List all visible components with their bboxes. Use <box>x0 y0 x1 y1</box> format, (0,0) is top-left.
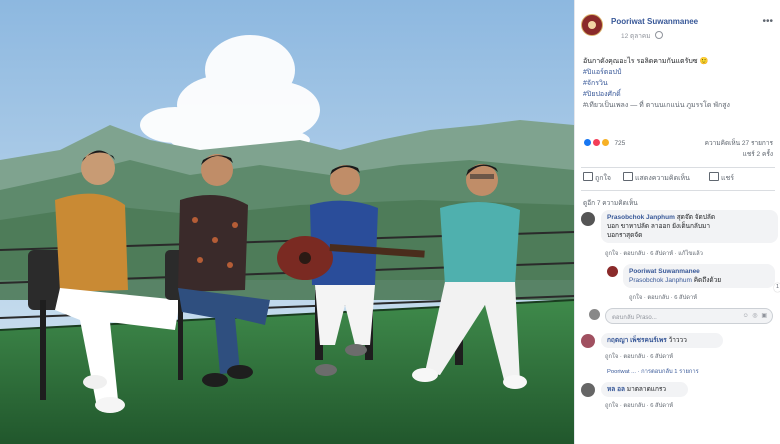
caption-text: อันกาดังคุณอะไร รอลิดคามกันแตรับซ 🙂 <box>583 58 709 65</box>
comment-text: บอก ขาหาปลัด ลาออก ยังเต็นกลับมา <box>607 223 710 230</box>
commenter-avatar[interactable] <box>581 383 595 397</box>
like-button[interactable]: ถูกใจ <box>583 172 611 184</box>
commenter-name[interactable]: กฤตญา เพ็ชรคนร์เพร <box>607 337 667 344</box>
view-previous-comments-link[interactable]: ดูอีก 7 ความคิดเห็น <box>583 198 638 208</box>
comment-text: ว้าววว <box>668 337 687 344</box>
my-avatar <box>589 309 600 320</box>
view-replies-link[interactable]: Pooriwat ... · การตอบกลับ 1 รายการ <box>607 366 699 376</box>
like-reaction-icon <box>583 138 592 147</box>
commenter-name[interactable]: Prasobchok Janphum <box>607 214 675 221</box>
comment-bubble: หล อล มาตลาดแกรว <box>601 382 688 397</box>
post-photo[interactable] <box>0 0 574 444</box>
reply-author[interactable]: Pooriwat Suwanmanee <box>629 268 700 275</box>
post-sidebar: Pooriwat Suwanmanee 12 ตุลาคม ••• อันกาด… <box>574 0 780 444</box>
photo-illustration <box>0 0 574 444</box>
comment-bubble: กฤตญา เพ็ชรคนร์เพร ว้าววว <box>601 333 723 348</box>
author-name[interactable]: Pooriwat Suwanmanee <box>611 17 698 26</box>
comment-icon <box>623 172 633 181</box>
commenter-avatar[interactable] <box>581 212 595 226</box>
comment-text: มาตลาดแกรว <box>626 386 667 393</box>
reply-meta[interactable]: ถูกใจ · ตอบกลับ · 6 สัปดาห์ <box>629 292 697 302</box>
reply-reaction-count: 1 <box>775 284 779 290</box>
comment-label: แสดงความคิดเห็น <box>635 175 690 182</box>
reply-avatar[interactable] <box>607 266 618 277</box>
love-reaction-icon <box>591 138 601 147</box>
reply-reaction-badge[interactable]: 1 <box>773 283 780 292</box>
hashtag-link[interactable]: #ปิยปองศักดิ์ <box>583 89 775 100</box>
commenter-avatar[interactable] <box>581 334 595 348</box>
post-date-text: 12 ตุลาคม <box>621 33 651 40</box>
reaction-count[interactable]: 725 <box>614 140 625 147</box>
post-header: Pooriwat Suwanmanee 12 ตุลาคม ••• <box>581 14 775 44</box>
comment-bubble: Prasobchok Janphum สุดจ๊ด จัดปลัด บอก ขา… <box>601 210 778 243</box>
wow-reaction-icon <box>600 138 610 147</box>
place-line[interactable]: #เทียวเป็นเพลง — ที่ ตานนเกแน่น ภูมรรโด … <box>583 100 775 111</box>
thumbs-up-icon <box>583 172 593 181</box>
post-stats: 725 ความคิดเห็น 27 รายการ แชร์ 2 ครั้ง <box>583 138 773 162</box>
reply-text: คิดถึงด้วย <box>693 277 722 284</box>
post-actions: ถูกใจ แสดงความคิดเห็น แชร์ <box>581 172 775 186</box>
reply-bubble: Pooriwat Suwanmanee Prasobchok Janphum ค… <box>623 264 780 292</box>
globe-icon <box>654 31 663 39</box>
post-date[interactable]: 12 ตุลาคม <box>621 31 663 41</box>
share-button[interactable]: แชร์ <box>709 172 734 184</box>
comment-text: บอกราสุดจัด <box>607 232 643 239</box>
share-icon <box>709 172 719 181</box>
comment-button[interactable]: แสดงความคิดเห็น <box>623 172 690 184</box>
hashtag-link[interactable]: #ปิแอร์ตอปป์ <box>583 67 775 78</box>
emoji-camera-gif-icons[interactable]: ☺ ◎ ▣ <box>743 312 768 319</box>
commenter-name[interactable]: หล อล <box>607 386 625 393</box>
comment-text: สุดจ๊ด จัดปลัด <box>676 214 716 221</box>
like-label: ถูกใจ <box>595 175 611 182</box>
divider <box>581 190 775 191</box>
reply-mention[interactable]: Prasobchok Janphum <box>629 277 692 284</box>
comment-meta[interactable]: ถูกใจ · ตอบกลับ · 6 สัปดาห์ · แก้ไขแล้ว <box>605 248 703 258</box>
author-avatar[interactable] <box>581 14 603 36</box>
hashtag-link[interactable]: #จักรวิน <box>583 78 775 89</box>
more-options-button[interactable]: ••• <box>762 16 773 27</box>
reply-input-placeholder: ตอบกลับ Praso... <box>612 315 657 321</box>
share-label: แชร์ <box>721 175 735 182</box>
comment-meta[interactable]: ถูกใจ · ตอบกลับ · 6 สัปดาห์ <box>605 351 673 361</box>
divider <box>581 167 775 168</box>
comments-count[interactable]: ความคิดเห็น 27 รายการ <box>705 138 773 149</box>
shares-count[interactable]: แชร์ 2 ครั้ง <box>705 149 773 160</box>
post-caption: อันกาดังคุณอะไร รอลิดคามกันแตรับซ 🙂 #ปิแ… <box>583 56 775 111</box>
reply-input[interactable]: ตอบกลับ Praso... ☺ ◎ ▣ <box>605 308 773 324</box>
comment-meta[interactable]: ถูกใจ · ตอบกลับ · 6 สัปดาห์ <box>605 400 673 410</box>
